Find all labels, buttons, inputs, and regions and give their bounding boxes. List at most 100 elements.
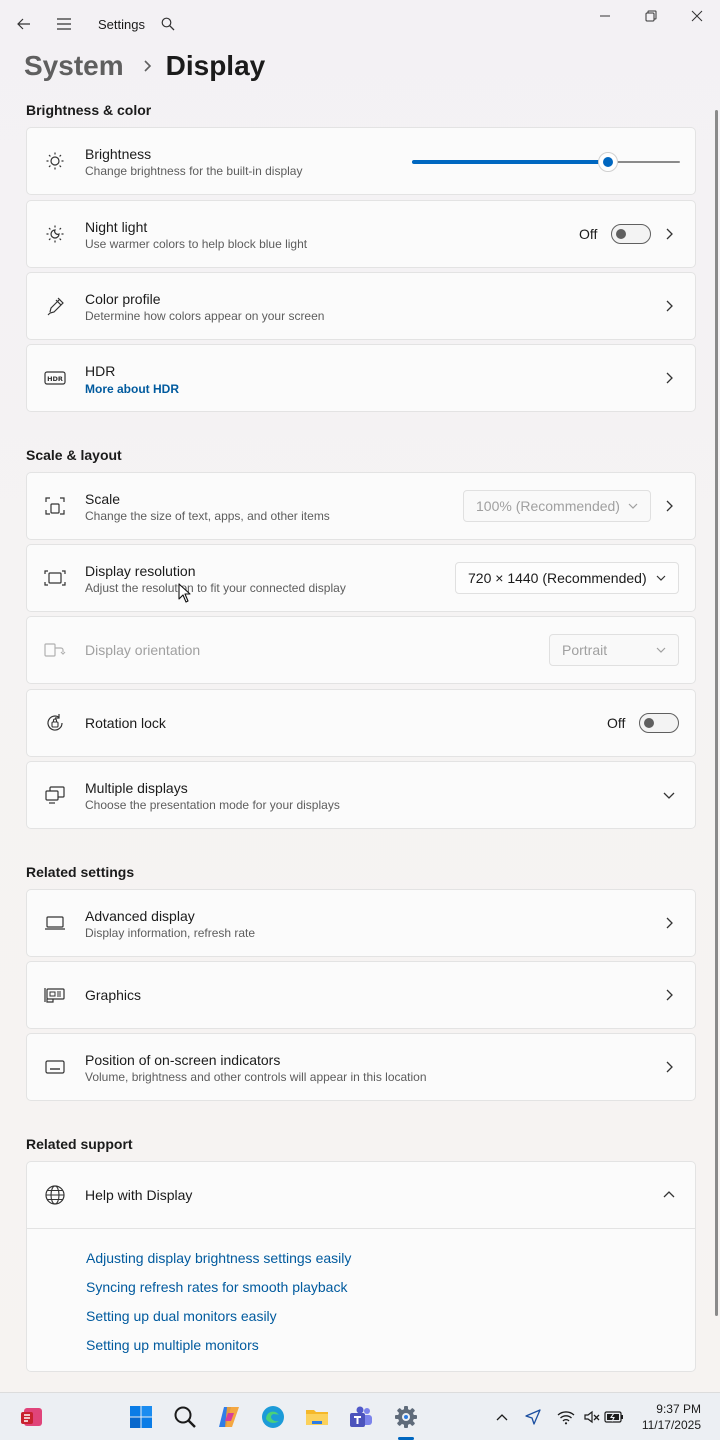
scale-icon xyxy=(43,494,67,518)
brightness-subtitle: Change brightness for the built-in displ… xyxy=(85,164,303,178)
rotation-lock-icon xyxy=(43,711,67,735)
color-profile-title: Color profile xyxy=(85,291,161,307)
help-link[interactable]: Setting up multiple monitors xyxy=(86,1337,259,1353)
chevron-right-icon[interactable] xyxy=(661,298,677,314)
graphics-card[interactable]: Graphics xyxy=(26,961,696,1029)
indicators-title: Position of on-screen indicators xyxy=(85,1052,281,1068)
title-bar: Settings xyxy=(0,0,720,48)
rotation-lock-toggle[interactable] xyxy=(639,713,679,733)
brightness-icon xyxy=(43,149,67,173)
scale-dropdown[interactable]: 100% (Recommended) xyxy=(463,490,651,522)
multiple-displays-title: Multiple displays xyxy=(85,780,188,796)
help-display-title: Help with Display xyxy=(85,1187,193,1203)
minimize-button[interactable] xyxy=(582,0,628,32)
night-light-card[interactable]: Night light Use warmer colors to help bl… xyxy=(26,200,696,268)
help-link[interactable]: Setting up dual monitors easily xyxy=(86,1308,277,1324)
color-profile-card[interactable]: Color profile Determine how colors appea… xyxy=(26,272,696,340)
scale-title: Scale xyxy=(85,491,121,507)
page-title: Display xyxy=(165,50,266,81)
resolution-value: 720 × 1440 (Recommended) xyxy=(468,570,647,586)
breadcrumb-parent[interactable]: System xyxy=(24,50,124,82)
copilot-icon[interactable] xyxy=(213,1401,245,1433)
help-links-panel: Adjusting display brightness settings ea… xyxy=(26,1229,696,1372)
file-explorer-icon[interactable] xyxy=(301,1401,333,1433)
orientation-card: Display orientation Portrait xyxy=(26,616,696,684)
menu-button[interactable] xyxy=(48,8,80,40)
brightness-card: Brightness Change brightness for the bui… xyxy=(26,127,696,195)
clock-time: 9:37 PM xyxy=(656,1402,701,1416)
night-light-subtitle: Use warmer colors to help block blue lig… xyxy=(85,237,308,251)
help-link[interactable]: Syncing refresh rates for smooth playbac… xyxy=(86,1279,347,1295)
section-brightness-color: Brightness & color xyxy=(26,102,152,118)
rotation-lock-title: Rotation lock xyxy=(85,715,166,731)
volume-muted-icon[interactable] xyxy=(582,1407,602,1427)
resolution-dropdown[interactable]: 720 × 1440 (Recommended) xyxy=(455,562,679,594)
help-display-card[interactable]: Help with Display xyxy=(26,1161,696,1229)
hdr-card[interactable]: HDR HDR More about HDR xyxy=(26,344,696,412)
chevron-right-icon[interactable] xyxy=(661,1059,677,1075)
hdr-title: HDR xyxy=(85,363,116,379)
advanced-display-title: Advanced display xyxy=(85,908,195,924)
system-clock[interactable]: 9:37 PM 11/17/2025 xyxy=(642,1401,701,1433)
back-button[interactable] xyxy=(8,8,40,40)
hamburger-icon xyxy=(57,18,71,30)
chevron-right-icon[interactable] xyxy=(661,987,677,1003)
clock-date: 11/17/2025 xyxy=(641,1418,701,1432)
help-link[interactable]: Adjusting display brightness settings ea… xyxy=(86,1250,351,1266)
breadcrumb: System Display xyxy=(24,44,265,88)
graphics-title: Graphics xyxy=(85,987,142,1003)
app-title: Settings xyxy=(98,17,145,32)
indicators-card[interactable]: Position of on-screen indicators Volume,… xyxy=(26,1033,696,1101)
chevron-up-icon[interactable] xyxy=(661,1187,677,1203)
scrollbar[interactable] xyxy=(715,110,718,1316)
office-icon[interactable] xyxy=(16,1401,48,1433)
advanced-display-subtitle: Display information, refresh rate xyxy=(85,926,256,940)
onscreen-indicator-icon xyxy=(43,1055,67,1079)
chevron-right-icon[interactable] xyxy=(661,370,677,386)
globe-icon xyxy=(43,1183,67,1207)
svg-text:HDR: HDR xyxy=(47,375,63,383)
multiple-displays-card[interactable]: Multiple displays Choose the presentatio… xyxy=(26,761,696,829)
chevron-right-icon xyxy=(142,60,152,72)
chevron-right-icon[interactable] xyxy=(661,915,677,931)
search-button[interactable] xyxy=(152,8,184,40)
back-arrow-icon xyxy=(17,18,30,30)
chevron-down-icon xyxy=(628,501,638,511)
chevron-right-icon[interactable] xyxy=(661,498,677,514)
chevron-down-icon[interactable] xyxy=(661,787,677,803)
brightness-slider[interactable] xyxy=(412,152,680,172)
restore-button[interactable] xyxy=(628,0,674,32)
resolution-subtitle: Adjust the resolution to fit your connec… xyxy=(85,581,346,595)
minimize-icon xyxy=(600,15,610,17)
brightness-slider-thumb[interactable] xyxy=(598,152,618,172)
advanced-display-card[interactable]: Advanced display Display information, re… xyxy=(26,889,696,957)
orientation-icon xyxy=(43,638,67,662)
wifi-icon[interactable] xyxy=(556,1407,576,1427)
orientation-title: Display orientation xyxy=(85,642,201,658)
edge-icon[interactable] xyxy=(257,1401,289,1433)
chevron-right-icon[interactable] xyxy=(661,226,677,242)
night-light-toggle[interactable] xyxy=(611,224,651,244)
rotation-lock-state: Off xyxy=(607,715,626,731)
night-light-icon xyxy=(43,222,67,246)
scale-value: 100% (Recommended) xyxy=(476,498,620,514)
color-profile-subtitle: Determine how colors appear on your scre… xyxy=(85,309,325,323)
chevron-down-icon xyxy=(656,645,666,655)
multiple-displays-icon xyxy=(43,783,67,807)
search-icon[interactable] xyxy=(169,1401,201,1433)
display-resolution-icon xyxy=(43,566,67,590)
teams-icon[interactable] xyxy=(345,1401,377,1433)
location-icon[interactable] xyxy=(523,1407,543,1427)
chevron-up-icon[interactable] xyxy=(492,1407,512,1427)
section-scale-layout: Scale & layout xyxy=(26,447,122,463)
orientation-value: Portrait xyxy=(562,642,608,658)
settings-icon[interactable] xyxy=(390,1401,422,1433)
hdr-more-link[interactable]: More about HDR xyxy=(85,382,179,396)
battery-icon[interactable] xyxy=(604,1407,624,1427)
scale-card[interactable]: Scale Change the size of text, apps, and… xyxy=(26,472,696,540)
start-icon[interactable] xyxy=(125,1401,157,1433)
brightness-title: Brightness xyxy=(85,146,152,162)
orientation-dropdown[interactable]: Portrait xyxy=(549,634,679,666)
multiple-displays-subtitle: Choose the presentation mode for your di… xyxy=(85,798,340,812)
close-button[interactable] xyxy=(674,0,720,32)
